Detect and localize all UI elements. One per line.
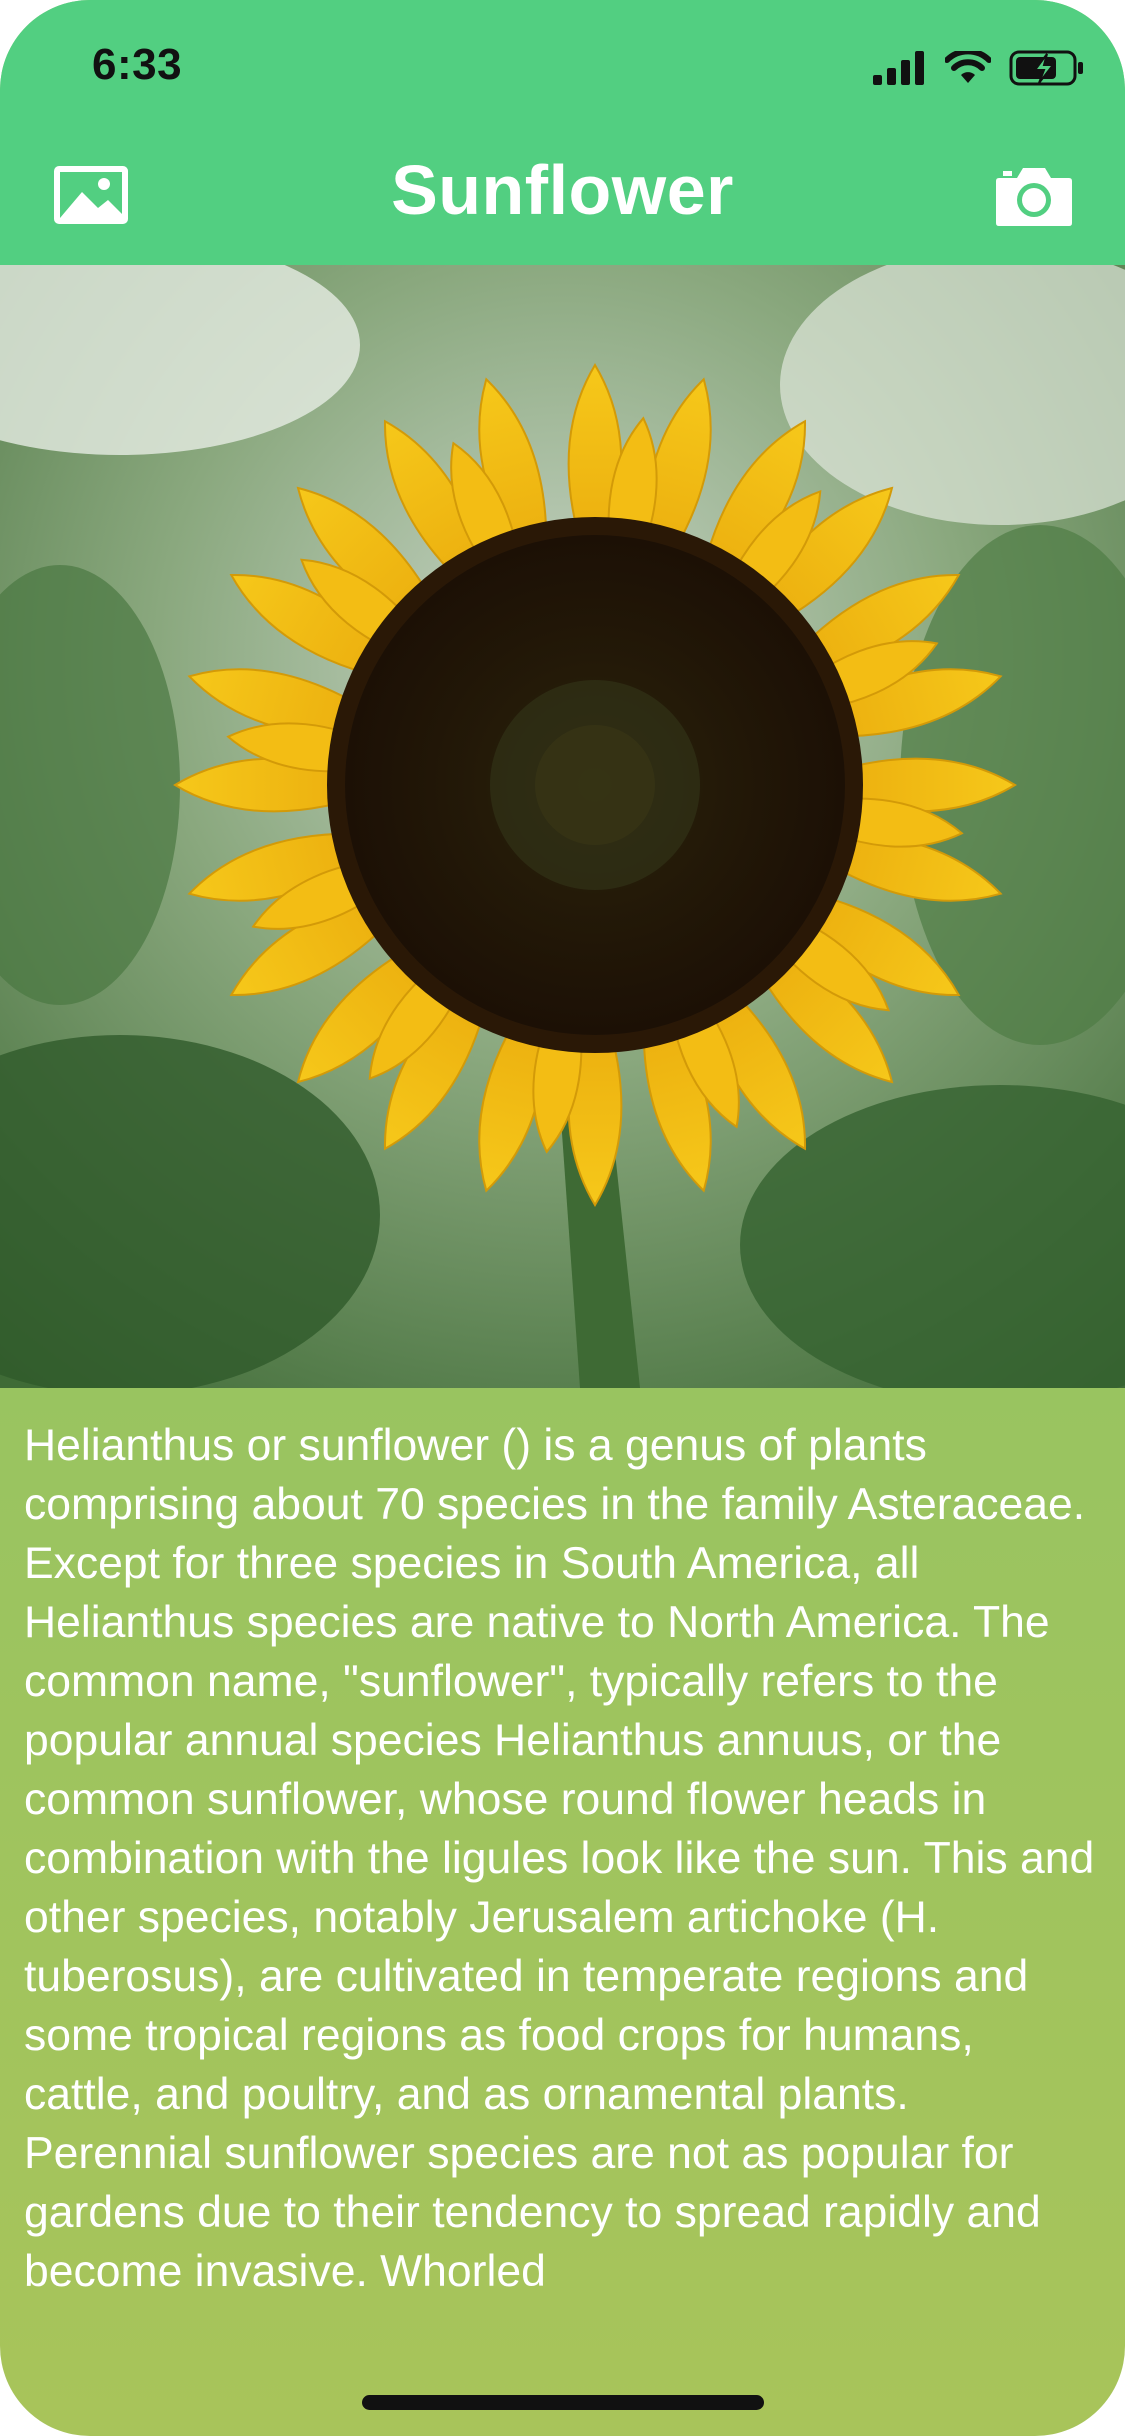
page-title: Sunflower: [391, 151, 734, 229]
description-paragraph: Helianthus or sunflower () is a genus of…: [24, 1421, 1095, 2119]
status-time: 6:33: [92, 40, 183, 89]
status-icons: [873, 50, 1085, 86]
camera-icon[interactable]: [995, 162, 1073, 228]
signal-icon: [873, 51, 924, 85]
wifi-icon: [945, 51, 991, 83]
sunflower-disc: [327, 517, 863, 1053]
home-indicator[interactable]: [362, 2395, 764, 2410]
description-text: Helianthus or sunflower () is a genus of…: [24, 1416, 1101, 2301]
battery-charging-icon: [1009, 50, 1083, 86]
description-paragraph: Perennial sunflower species are not as p…: [24, 2129, 1041, 2296]
app-screen: 6:33 Sunflower Helianthus or sunflower (…: [0, 0, 1125, 2436]
header-bar: 6:33 Sunflower: [0, 0, 1125, 265]
sunflower-photo: [0, 265, 1125, 1388]
